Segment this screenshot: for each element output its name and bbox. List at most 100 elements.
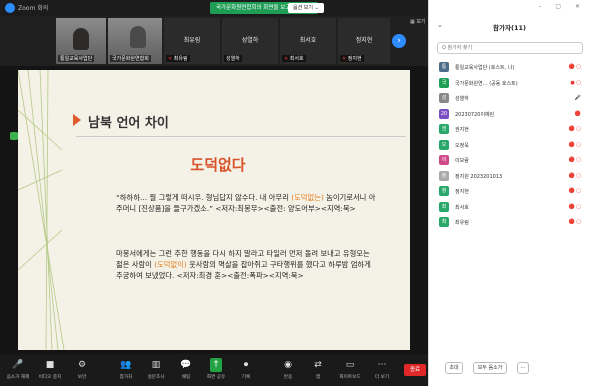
gallery-view-toggle[interactable]: ▦ 보기 xyxy=(410,18,426,25)
participant-row[interactable]: 이 이보람 🔴 ▢ xyxy=(429,153,590,169)
avatar: 20 xyxy=(439,108,449,119)
avatar: 국 xyxy=(439,77,449,88)
security-shield-icon[interactable] xyxy=(10,132,18,140)
para2-highlight: (도덕없이) xyxy=(154,260,187,269)
participant-name: 오정욱 xyxy=(455,142,469,149)
avatar: 성 xyxy=(439,93,449,103)
toolbar-label: 기록 xyxy=(241,375,251,380)
video-tile[interactable]: 정지현 ✕ 정지현 xyxy=(338,18,390,64)
polls-button[interactable]: ▥ 설문조사 xyxy=(140,358,172,380)
zoom-logo-icon xyxy=(5,3,15,13)
zoom-meeting-window: Zoom 회의 국가문화원연합회의 화면을 보고 있습니다 옵션 보기 ⌄ 통일… xyxy=(0,0,590,386)
chat-button[interactable]: 💬 채팅 xyxy=(170,358,202,380)
unmute-button[interactable]: 🎤 음소거 해제 xyxy=(2,358,34,380)
participant-status-icons: 🔴 ▢ xyxy=(568,157,581,163)
participant-status-icons: ● ▢ xyxy=(570,79,581,86)
video-tile[interactable]: 성열하 성열하 xyxy=(222,18,278,64)
security-button[interactable]: ⚙ 보안 xyxy=(66,358,98,380)
next-page-icon[interactable]: › xyxy=(392,34,406,48)
mic-muted-icon: ✕ xyxy=(284,56,289,62)
participants-button[interactable]: 👥 참가자 xyxy=(110,358,142,380)
video-tile[interactable]: 국가문화원연합회 xyxy=(108,18,162,64)
stop-video-button[interactable]: ■ 비디오 중지 xyxy=(34,358,66,380)
title-bar: Zoom 회의 국가문화원연합회의 화면을 보고 있습니다 옵션 보기 ⌄ xyxy=(0,0,428,16)
participant-row[interactable]: 최 최유림 🔴 ▢ xyxy=(429,215,590,231)
window-controls[interactable]: – ▢ ✕ xyxy=(538,3,586,10)
whiteboard-button[interactable]: ▭ 화이트보드 xyxy=(334,358,366,380)
avatar: 최 xyxy=(439,217,449,227)
toolbar-label: 앱 xyxy=(315,375,321,380)
participant-status-icons: 🔴 ▢ xyxy=(568,126,581,132)
participants-panel: – ▢ ✕ ⌄ 참가자(11) 통통일교육사업단 (호스트, 나)🔴 ▢국국가문… xyxy=(428,0,590,386)
tile-name: 성열하 xyxy=(224,55,242,62)
toolbar-label: 화이트보드 xyxy=(339,375,361,380)
video-tile[interactable]: 통일교육사업단 xyxy=(56,18,106,64)
mic-muted-icon: ✕ xyxy=(342,56,347,62)
slide-keyword: 도덕없다 xyxy=(190,156,246,174)
tile-name-text: 최유림 xyxy=(173,56,188,62)
participant-name: 권지현 xyxy=(455,127,469,133)
tile-big-name: 정지현 xyxy=(355,37,373,44)
participant-status-icons: 🔴 ▢ xyxy=(568,219,581,225)
share-screen-icon: ↑ xyxy=(210,358,222,372)
mute-all-button[interactable]: 모두 음소거 xyxy=(473,362,507,374)
record-icon: ⏺ xyxy=(243,360,249,370)
participant-row[interactable]: 통 통일교육사업단 (호스트, 나) 🔴 ▢ xyxy=(429,60,590,76)
tile-name: ✕ 정지현 xyxy=(340,55,364,62)
record-button[interactable]: ⏺ 기록 xyxy=(230,358,262,380)
more-options-button[interactable]: ⋯ xyxy=(517,362,529,374)
reactions-button[interactable]: ◉ 반응 xyxy=(272,358,304,380)
participant-row[interactable]: 최 최서호 🔴 ▢ xyxy=(429,200,590,216)
participant-row[interactable]: 정 정지원 2023201013 🔴 ▢ xyxy=(429,169,590,185)
camera-icon: ■ xyxy=(45,360,55,370)
participant-status-icons: 🔴 xyxy=(574,110,581,117)
tile-big-name: 최유림 xyxy=(183,37,201,44)
participant-search-input[interactable] xyxy=(437,42,583,54)
participant-status-icons: 🔴 ▢ xyxy=(568,141,581,148)
video-tile[interactable]: 최서호 ✕ 최서호 xyxy=(280,18,336,64)
para1-text: “하하하… 뭘 그렇게 떠시우. 형님답지 않수다. 내 아무리 xyxy=(116,193,292,202)
shared-screen-area: 남북 언어 차이 도덕없다 “하하하… 뭘 그렇게 떠시우. 형님답지 않수다.… xyxy=(0,66,428,354)
tile-name: ✕ 최서호 xyxy=(282,55,306,62)
toolbar-label: 참가자 xyxy=(119,375,133,380)
participant-name: 최서호 xyxy=(455,204,469,211)
participant-list: 통 통일교육사업단 (호스트, 나) 🔴 ▢ 국 국가문화원연… (공동 호스트) ● ▢… xyxy=(429,60,590,231)
example-paragraph-1: “하하하… 뭘 그렇게 떠시우. 형님답지 않수다. 내 아무리 (도덕없는) … xyxy=(116,192,376,214)
participant-row[interactable]: 오 오정욱 🔴 ▢ xyxy=(429,138,590,154)
slide-heading: 남북 언어 차이 xyxy=(88,116,169,131)
share-screen-button[interactable]: ↑ 화면 공유 xyxy=(200,358,232,380)
video-tile[interactable]: 최유림 ✕ 최유림 xyxy=(164,18,220,64)
reaction-icon: ◉ xyxy=(284,360,292,370)
participant-status-icons: 🔴 ▢ xyxy=(568,64,581,70)
tile-name: ✕ 최유림 xyxy=(166,55,190,62)
participant-name: 20230720이예린 xyxy=(455,111,495,118)
avatar: 정 xyxy=(439,186,449,196)
participant-row[interactable]: 권 권지현 🔴 ▢ xyxy=(429,122,590,138)
tile-name-text: 최서호 xyxy=(289,56,304,62)
tile-big-name: 최서호 xyxy=(299,37,317,44)
avatar: 정 xyxy=(439,170,449,181)
participant-status-icons: 🔴 ▢ xyxy=(568,172,581,179)
participant-video-person xyxy=(73,28,89,50)
avatar: 최 xyxy=(439,201,449,212)
avatar: 권 xyxy=(439,124,449,134)
invite-button[interactable]: 초대 xyxy=(445,362,463,374)
mic-muted-icon: ✕ xyxy=(168,56,173,62)
view-options-button[interactable]: 옵션 보기 ⌄ xyxy=(288,3,324,13)
apps-button[interactable]: ⇄ 앱 xyxy=(302,358,334,380)
mic-icon: 🎤 xyxy=(12,360,24,370)
more-button[interactable]: ⋯ 더 보기 xyxy=(366,358,398,380)
participant-row[interactable]: 국 국가문화원연… (공동 호스트) ● ▢ xyxy=(429,76,590,92)
heading-divider xyxy=(76,136,406,137)
end-meeting-button[interactable]: 종료 xyxy=(404,364,426,376)
participant-name: 성열하 xyxy=(455,96,469,102)
participant-status-icons: 🔴 ▢ xyxy=(568,203,581,210)
participant-name: 최유림 xyxy=(455,220,469,226)
participant-row[interactable]: 20 20230720이예린 🔴 xyxy=(429,107,590,123)
participant-row[interactable]: 성 성열하 🎤 xyxy=(429,91,590,107)
toolbar-label: 반응 xyxy=(283,375,293,380)
participant-row[interactable]: 정 정지현 🔴 ▢ xyxy=(429,184,590,200)
slide-decoration-lines xyxy=(18,70,65,350)
meeting-toolbar: 🎤 음소거 해제 ■ 비디오 중지 ⚙ 보안 👥 참가자 ▥ 설문조사 💬 채팅 ↑ 화면 공… xyxy=(0,354,428,386)
poll-icon: ▥ xyxy=(151,360,161,370)
